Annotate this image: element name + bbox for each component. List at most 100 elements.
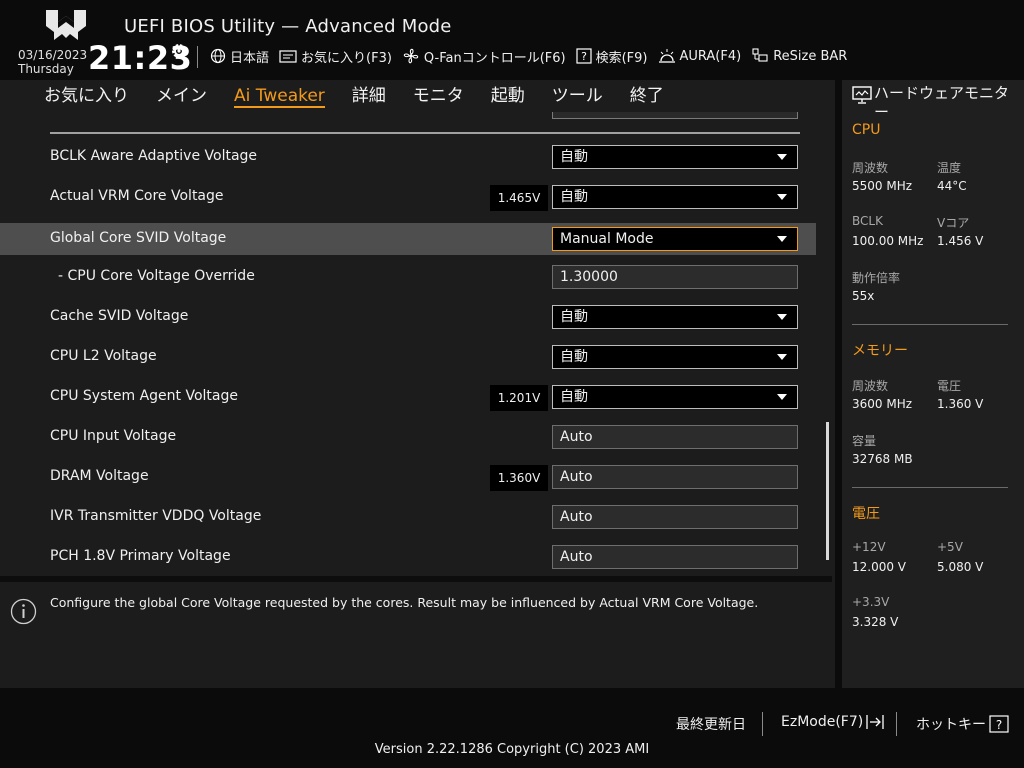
language-label: 日本語: [230, 50, 270, 66]
global-core-svid-voltage-dropdown[interactable]: Manual Mode: [552, 227, 798, 251]
tab-advanced[interactable]: 詳細: [352, 84, 386, 108]
header-bar: UEFI BIOS Utility — Advanced Mode 03/16/…: [0, 0, 1024, 80]
setting-row-cpu-core-voltage-override[interactable]: - CPU Core Voltage Override 1.30000: [0, 261, 816, 293]
setting-row-global-core-svid-voltage[interactable]: Global Core SVID Voltage Manual Mode: [0, 223, 816, 255]
voltage-reading: 1.360V: [490, 465, 548, 491]
voltage-reading: 1.201V: [490, 385, 548, 411]
voltage-reading: 1.465V: [490, 185, 548, 211]
setting-row-bclk-aware-adaptive-voltage[interactable]: BCLK Aware Adaptive Voltage 自動: [0, 141, 816, 173]
voltage-3-3v-value: 3.328 V: [852, 615, 899, 629]
monitor-icon: [852, 86, 872, 104]
cpu-core-voltage-override-input[interactable]: 1.30000: [552, 265, 798, 289]
tab-ai-tweaker[interactable]: Ai Tweaker: [234, 84, 325, 108]
help-divider: [0, 576, 832, 582]
aura-button[interactable]: AURA(F4): [658, 45, 742, 67]
setting-label: IVR Transmitter VDDQ Voltage: [50, 508, 262, 524]
footer-divider: [896, 712, 897, 736]
cpu-temperature-value: 44°C: [937, 179, 967, 193]
cpu-temperature-label: 温度: [937, 161, 962, 175]
tab-boot[interactable]: 起動: [491, 84, 525, 108]
cpu-input-voltage-input[interactable]: Auto: [552, 425, 798, 449]
svg-text:?: ?: [996, 718, 1002, 732]
dropdown-value: 自動: [560, 149, 588, 165]
voltage-3-3v-label: +3.3V: [852, 595, 890, 609]
dropdown-value: 自動: [560, 349, 588, 365]
dropdown-value: 自動: [560, 309, 588, 325]
voltage-5v-label: +5V: [937, 540, 963, 554]
setting-row-dram-voltage[interactable]: DRAM Voltage 1.360V Auto: [0, 461, 816, 493]
dropdown-arrow-icon: [777, 394, 787, 400]
setting-row-actual-vrm-core-voltage[interactable]: Actual VRM Core Voltage 1.465V 自動: [0, 181, 816, 213]
dram-voltage-input[interactable]: Auto: [552, 465, 798, 489]
gear-icon[interactable]: [170, 42, 188, 60]
tab-main[interactable]: メイン: [156, 84, 207, 108]
memory-section-heading: メモリー: [852, 343, 908, 359]
header-divider: [197, 46, 198, 68]
cpu-vcore-value: 1.456 V: [937, 234, 984, 248]
fan-icon: [403, 48, 419, 64]
qfan-button[interactable]: Q-Fanコントロール(F6): [402, 45, 566, 67]
search-button[interactable]: ? 検索(F9): [575, 45, 648, 67]
setting-row-ivr-transmitter-vddq-voltage[interactable]: IVR Transmitter VDDQ Voltage Auto: [0, 501, 816, 533]
resize-bar-icon: [752, 48, 768, 62]
hotkeys-button[interactable]: ホットキー ?: [916, 714, 1009, 734]
memory-voltage-value: 1.360 V: [937, 397, 984, 411]
bclk-aware-adaptive-voltage-dropdown[interactable]: 自動: [552, 145, 798, 169]
cpu-l2-voltage-dropdown[interactable]: 自動: [552, 345, 798, 369]
setting-row-pch-1-8v-primary-voltage[interactable]: PCH 1.8V Primary Voltage Auto: [0, 541, 816, 573]
app-title: UEFI BIOS Utility — Advanced Mode: [124, 16, 452, 37]
setting-label: BCLK Aware Adaptive Voltage: [50, 148, 258, 164]
setting-row-cpu-l2-voltage[interactable]: CPU L2 Voltage 自動: [0, 341, 816, 373]
section-divider: [50, 132, 800, 134]
svg-text:?: ?: [581, 50, 587, 63]
language-button[interactable]: 日本語: [210, 45, 269, 67]
ivr-transmitter-vddq-voltage-input[interactable]: Auto: [552, 505, 798, 529]
cpu-section-heading: CPU: [852, 122, 881, 138]
cpu-bclk-value: 100.00 MHz: [852, 234, 924, 248]
globe-icon: [210, 48, 226, 64]
setting-label: CPU System Agent Voltage: [50, 388, 238, 404]
exit-arrow-icon: [866, 715, 884, 729]
dropdown-value: 自動: [560, 389, 588, 405]
qfan-label: Q-Fanコントロール(F6): [423, 50, 566, 66]
last-modified-label: 最終更新日: [676, 717, 746, 733]
date-display: 03/16/2023: [18, 48, 88, 62]
cpu-ratio-label: 動作倍率: [852, 271, 901, 285]
tab-tool[interactable]: ツール: [552, 84, 603, 108]
setting-row-cache-svid-voltage[interactable]: Cache SVID Voltage 自動: [0, 301, 816, 333]
setting-label: PCH 1.8V Primary Voltage: [50, 548, 231, 564]
tab-favorites[interactable]: お気に入り: [44, 84, 129, 108]
partial-field: [552, 112, 798, 119]
day-display: Thursday: [18, 62, 74, 76]
cache-svid-voltage-dropdown[interactable]: 自動: [552, 305, 798, 329]
cpu-frequency-label: 周波数: [852, 161, 889, 175]
resize-bar-button[interactable]: ReSize BAR: [751, 45, 847, 67]
setting-label: CPU L2 Voltage: [50, 348, 157, 364]
setting-row-cpu-system-agent-voltage[interactable]: CPU System Agent Voltage 1.201V 自動: [0, 381, 816, 413]
cpu-system-agent-voltage-dropdown[interactable]: 自動: [552, 385, 798, 409]
memory-voltage-label: 電圧: [937, 379, 962, 393]
aura-label: AURA(F4): [679, 48, 742, 64]
ezmode-button[interactable]: EzMode(F7): [781, 714, 885, 730]
cpu-frequency-value: 5500 MHz: [852, 179, 913, 193]
tab-monitor[interactable]: モニタ: [413, 84, 464, 108]
pch-1-8v-primary-voltage-input[interactable]: Auto: [552, 545, 798, 569]
cpu-ratio-value: 55x: [852, 289, 875, 303]
last-modified-button[interactable]: 最終更新日: [676, 714, 746, 734]
menu-bar: お気に入り メイン Ai Tweaker 詳細 モニタ 起動 ツール 終了: [0, 80, 835, 112]
hardware-monitor-panel: ハードウェアモニター CPU 周波数 温度 5500 MHz 44°C BCLK…: [842, 80, 1024, 688]
setting-label: CPU Input Voltage: [50, 428, 177, 444]
hotkeys-label: ホットキー: [916, 717, 986, 733]
tab-exit[interactable]: 終了: [630, 84, 664, 108]
memory-frequency-label: 周波数: [852, 379, 889, 393]
ezmode-label: EzMode(F7): [781, 714, 864, 730]
help-description: Configure the global Core Voltage reques…: [50, 595, 759, 610]
settings-panel: BCLK Aware Adaptive Voltage 自動 Actual VR…: [0, 112, 835, 688]
favorites-button[interactable]: お気に入り(F3): [279, 45, 392, 67]
hardware-monitor-title: ハードウェアモニター: [874, 84, 1010, 121]
actual-vrm-core-voltage-dropdown[interactable]: 自動: [552, 185, 798, 209]
favorites-icon: [279, 50, 297, 63]
memory-capacity-value: 32768 MB: [852, 452, 913, 466]
scrollbar-thumb[interactable]: [826, 422, 829, 560]
setting-row-cpu-input-voltage[interactable]: CPU Input Voltage Auto: [0, 421, 816, 453]
